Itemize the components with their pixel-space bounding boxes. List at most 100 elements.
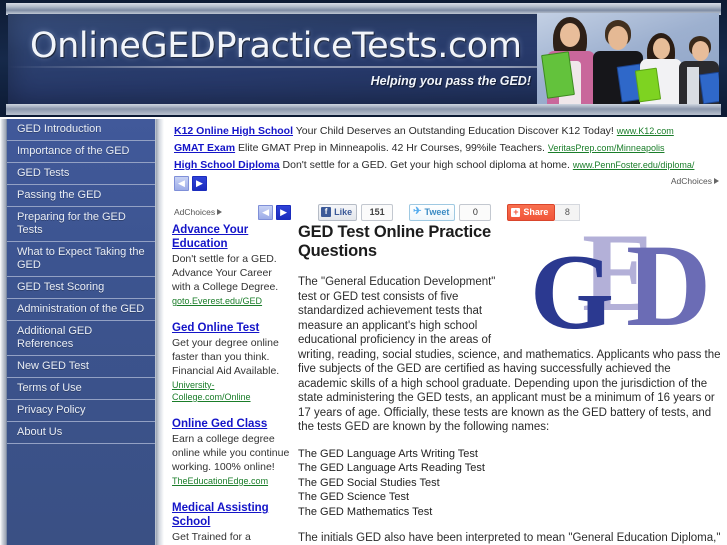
student-2-head [608, 26, 628, 50]
sidebar-item-label: Terms of Use [17, 382, 82, 394]
top-ad-url-link[interactable]: VeritasPrep.com/Minneapolis [548, 143, 665, 153]
student-3-head [653, 38, 670, 59]
side-ad-title-link[interactable]: Medical Assisting School [172, 501, 290, 529]
facebook-like-button[interactable]: f Like [318, 203, 358, 221]
sidebar-item-new-ged-test[interactable]: New GED Test [7, 356, 155, 378]
side-ad-item: Medical Assisting School Get Trained for… [172, 501, 290, 545]
sidebar-item-label: Preparing for the GED Tests [17, 211, 126, 236]
adchoices-triangle-icon [217, 209, 223, 215]
ged-logo-letter-g: G [530, 233, 615, 352]
sidebar-item-preparing-for-the-ged-tests[interactable]: Preparing for the GED Tests [7, 207, 155, 242]
sidebar-item-administration-of-the-ged[interactable]: Administration of the GED [7, 299, 155, 321]
student-3-book [634, 67, 662, 103]
top-ad-description: Your Child Deserves an Outstanding Educa… [295, 125, 614, 137]
sidebar-item-additional-ged-references[interactable]: Additional GED References [7, 321, 155, 356]
ged-logo: E D G [524, 217, 722, 347]
list-item: The GED Language Arts Reading Test [298, 462, 485, 474]
ged-logo-letter-d: D [626, 220, 712, 351]
site-tagline: Helping you pass the GED! [370, 74, 531, 88]
sidebar-item-what-to-expect-taking-the-ged[interactable]: What to Expect Taking the GED [7, 242, 155, 277]
side-ad-item: Ged Online Test Get your degree online f… [172, 321, 290, 403]
side-ad-url-link[interactable]: TheEducationEdge.com [172, 475, 290, 487]
sidebar-item-label: Additional GED References [17, 325, 93, 350]
sidebar-item-label: GED Test Scoring [17, 281, 105, 293]
facebook-like-count: 151 [361, 203, 394, 221]
top-ad-row: GMAT Exam Elite GMAT Prep in Minneapolis… [174, 140, 722, 157]
side-ad-item: Online Ged Class Earn a college degree o… [172, 417, 290, 487]
student-4 [677, 29, 719, 105]
sidebar-item-label: Privacy Policy [17, 404, 86, 416]
sidebar-item-label: About Us [17, 426, 63, 438]
adchoices-top-right[interactable]: AdChoices [671, 176, 719, 186]
google-share-label: Share [523, 207, 549, 217]
adchoices-label: AdChoices [670, 176, 712, 186]
sidebar-item-ged-test-scoring[interactable]: GED Test Scoring [7, 277, 155, 299]
top-ad-title-link[interactable]: High School Diploma [174, 159, 280, 171]
main-content: K12 Online High School Your Child Deserv… [164, 119, 727, 545]
list-item: The GED Language Arts Writing Test [298, 447, 478, 460]
google-plus-icon: + [511, 206, 521, 217]
top-ad-url-link[interactable]: www.PennFoster.edu/diploma/ [573, 160, 695, 170]
sidebar-item-about-us[interactable]: About Us [7, 422, 155, 444]
sidebar-item-label: Passing the GED [17, 189, 102, 201]
adchoices-label: AdChoices [174, 207, 216, 217]
side-ad-description: Don't settle for a GED. Advance Your Car… [172, 253, 279, 293]
sidebar-item-terms-of-use[interactable]: Terms of Use [7, 378, 155, 400]
sidebar-item-label: What to Expect Taking the GED [17, 246, 145, 271]
side-ad-item: Advance Your Education Don't settle for … [172, 223, 290, 307]
sidebar-item-passing-the-ged[interactable]: Passing the GED [7, 185, 155, 207]
top-ad-url-link[interactable]: www.K12.com [617, 126, 674, 136]
facebook-like-label: Like [334, 207, 353, 217]
list-item: The GED Mathematics Test [298, 505, 433, 518]
side-ad-url-link[interactable]: goto.Everest.edu/GED [172, 295, 290, 307]
prev-arrow-icon[interactable]: ◀ [174, 176, 189, 191]
sidebar-item-label: New GED Test [17, 360, 89, 372]
top-ad-row: High School Diploma Don't settle for a G… [174, 157, 722, 174]
header-students-photo [537, 13, 719, 105]
top-ad-title-link[interactable]: K12 Online High School [174, 125, 293, 137]
ged-test-list: The GED Language Arts Writing Test The G… [298, 447, 722, 520]
student-4-head [692, 41, 709, 61]
sidebar-item-ged-introduction[interactable]: GED Introduction [7, 119, 155, 141]
student-1-head [560, 23, 580, 47]
side-ad-pager: ◀ ▶ [258, 204, 294, 220]
top-ad-title-link[interactable]: GMAT Exam [174, 142, 235, 154]
top-ad-row: K12 Online High School Your Child Deserv… [174, 123, 722, 140]
side-ad-title-link[interactable]: Online Ged Class [172, 417, 290, 431]
next-arrow-icon[interactable]: ▶ [276, 204, 292, 220]
student-4-shirt [687, 67, 699, 105]
twitter-tweet-count: 0 [459, 203, 492, 221]
top-ad-pager: ◀ ▶ [174, 176, 722, 191]
sidebar-item-label: GED Introduction [17, 123, 102, 135]
adchoices-left[interactable]: AdChoices [174, 207, 223, 217]
adchoices-triangle-icon [714, 178, 719, 184]
side-ad-description: Earn a college degree online while you c… [172, 433, 290, 473]
page-root: OnlineGEDPracticeTests.com Helping you p… [0, 0, 727, 545]
sidebar-nav: GED Introduction Importance of the GED G… [6, 119, 156, 545]
prev-arrow-icon[interactable]: ◀ [258, 204, 274, 220]
top-ad-block: K12 Online High School Your Child Deserv… [174, 123, 722, 191]
student-4-book [699, 71, 719, 105]
article-body: E D G GED Test Online Practice Questions… [298, 217, 722, 545]
side-ad-column: Advance Your Education Don't settle for … [172, 223, 290, 545]
sidebar-item-privacy-policy[interactable]: Privacy Policy [7, 400, 155, 422]
sidebar-item-ged-tests[interactable]: GED Tests [7, 163, 155, 185]
side-ad-title-link[interactable]: Advance Your Education [172, 223, 290, 251]
site-header: OnlineGEDPracticeTests.com Helping you p… [0, 0, 727, 117]
student-1-book [541, 51, 575, 99]
sidebar-item-importance-of-the-ged[interactable]: Importance of the GED [7, 141, 155, 163]
banner-metal-strip-bottom [6, 104, 721, 115]
facebook-icon: f [321, 207, 332, 217]
side-ad-title-link[interactable]: Ged Online Test [172, 321, 290, 335]
site-title: OnlineGEDPracticeTests.com [30, 26, 522, 66]
sidebar-item-label: Administration of the GED [17, 303, 145, 315]
side-ad-url-link[interactable]: University-College.com/Online [172, 379, 290, 403]
side-ad-description: Get Trained for a Rewarding Career In Me… [172, 531, 251, 543]
twitter-tweet-label: Tweet [424, 207, 450, 217]
list-item: The GED Science Test [298, 491, 410, 503]
sidebar-item-label: GED Tests [17, 167, 70, 179]
top-ad-description: Elite GMAT Prep in Minneapolis. 42 Hr Co… [238, 142, 545, 154]
twitter-tweet-button[interactable]: ✈ Tweet [409, 203, 456, 221]
next-arrow-icon[interactable]: ▶ [192, 176, 207, 191]
twitter-bird-icon: ✈ [413, 206, 422, 217]
